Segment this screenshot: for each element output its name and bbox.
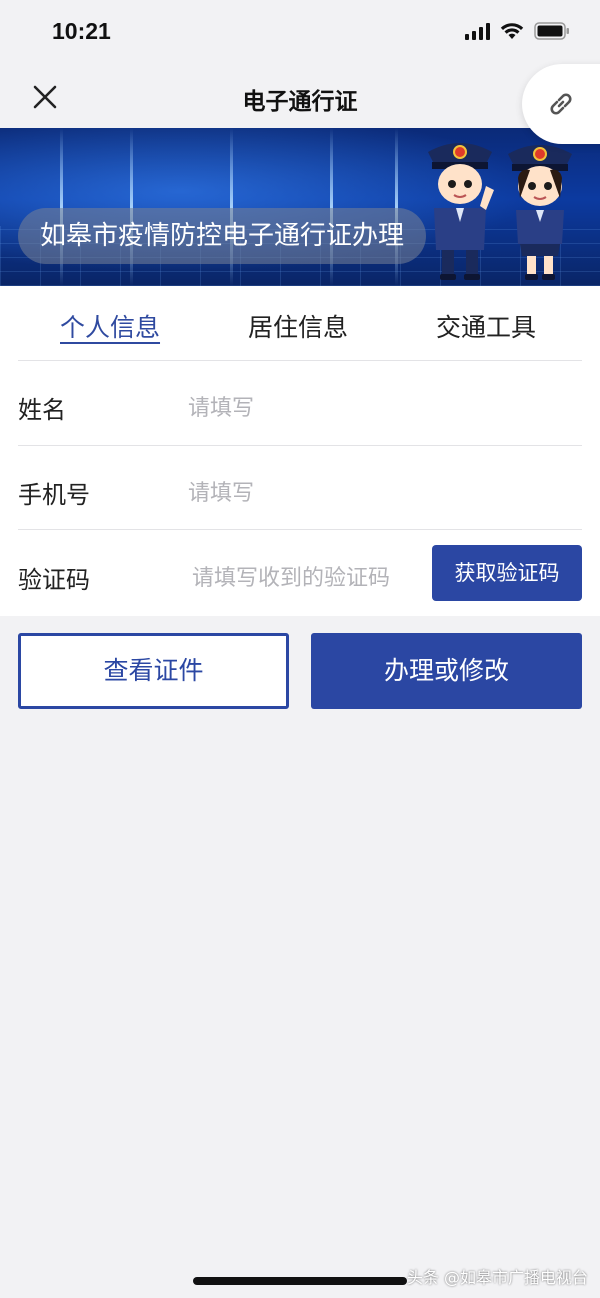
apply-or-edit-button[interactable]: 办理或修改: [311, 633, 582, 709]
name-label: 姓名: [18, 396, 66, 424]
tab-vehicle[interactable]: 交通工具: [436, 308, 536, 344]
phone-label: 手机号: [18, 481, 90, 509]
wifi-icon: [500, 22, 524, 40]
status-icons: [465, 22, 570, 40]
get-code-button[interactable]: 获取验证码: [432, 545, 582, 601]
name-input[interactable]: [188, 392, 568, 424]
home-indicator: [193, 1277, 407, 1285]
page-title: 电子通行证: [242, 89, 358, 115]
tab-residence-info[interactable]: 居住信息: [248, 308, 348, 344]
verification-code-input[interactable]: [192, 562, 424, 594]
signal-icon: [465, 22, 490, 40]
police-officer-illustration: [428, 143, 494, 280]
police-officer-illustration: [508, 145, 572, 280]
copy-link-button[interactable]: [522, 64, 600, 144]
status-time: 10:21: [52, 18, 111, 44]
tab-bar: 个人信息 居住信息 交通工具: [0, 286, 600, 360]
divider: [18, 360, 582, 361]
nav-bar: 电子通行证: [0, 66, 600, 128]
battery-icon: [534, 22, 570, 40]
divider: [18, 445, 582, 446]
tab-personal-info[interactable]: 个人信息: [60, 308, 160, 344]
watermark: 头条 @如皋市广播电视台: [406, 1268, 588, 1287]
code-label: 验证码: [18, 566, 90, 594]
status-bar: 10:21: [0, 0, 600, 66]
banner-caption: 如皋市疫情防控电子通行证办理: [18, 208, 427, 264]
banner: 如皋市疫情防控电子通行证办理: [0, 128, 600, 286]
phone-input[interactable]: [188, 477, 568, 509]
personal-info-form: 个人信息 居住信息 交通工具 姓名 手机号 验证码 获取验证码: [0, 286, 600, 616]
view-certificate-button[interactable]: 查看证件: [18, 633, 289, 709]
divider: [18, 529, 582, 530]
link-icon: [550, 93, 572, 115]
